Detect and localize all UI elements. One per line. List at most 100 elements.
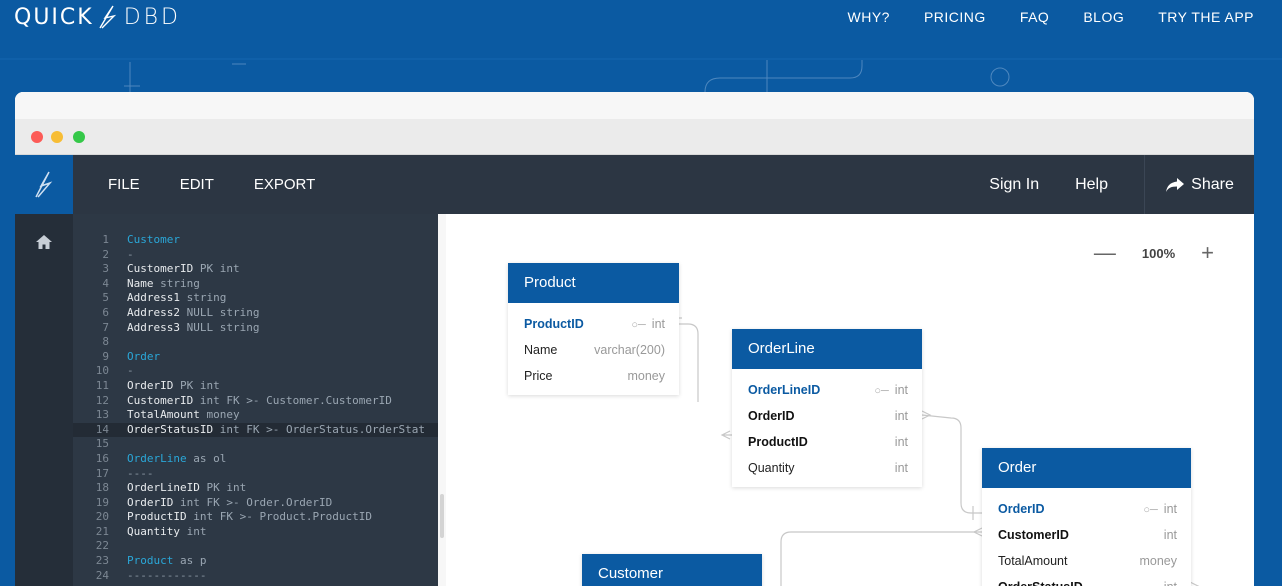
entity-orderline[interactable]: OrderLine OrderLineID ○─ int OrderID int Produ…	[732, 329, 922, 487]
entity-column[interactable]: OrderID int	[732, 403, 922, 429]
nav-why[interactable]: WHY?	[848, 9, 890, 25]
editor-line[interactable]: 23 Product as p	[73, 554, 438, 569]
app-toolbar: FILE EDIT EXPORT Sign In Help Share	[15, 155, 1254, 214]
entity-column[interactable]: ProductID ○─ int	[508, 311, 679, 337]
home-icon[interactable]	[35, 234, 53, 250]
code-token: PK int	[199, 481, 247, 495]
key-icon: ○─	[874, 385, 889, 397]
entity-column[interactable]: TotalAmount money	[982, 548, 1191, 574]
editor-line[interactable]: 15	[73, 437, 438, 452]
editor-line[interactable]: 16 OrderLine as ol	[73, 452, 438, 467]
editor-line[interactable]: 5 Address1 string	[73, 291, 438, 306]
line-number: 9	[102, 349, 109, 363]
zoom-out-button[interactable]: —	[1094, 242, 1116, 264]
column-type-value: varchar(200)	[594, 343, 665, 357]
column-name: OrderID	[998, 502, 1045, 516]
line-number: 22	[95, 539, 109, 553]
zoom-controls: — 100% +	[1094, 242, 1214, 264]
column-name: Price	[524, 369, 553, 383]
entity-column[interactable]: Quantity int	[732, 455, 922, 481]
line-code: OrderID int FK >- Order.OrderID	[127, 496, 332, 511]
code-token: ------------	[127, 568, 207, 582]
line-number: 16	[95, 451, 109, 465]
editor-line[interactable]: 24 ------------	[73, 569, 438, 584]
account-menu: Sign In Help Share	[989, 155, 1254, 214]
sign-in-link[interactable]: Sign In	[989, 176, 1039, 194]
nav-pricing[interactable]: PRICING	[924, 9, 986, 25]
entity-customer[interactable]: Customer	[582, 554, 762, 586]
line-code: Order	[127, 350, 160, 365]
code-editor[interactable]: 1 Customer 2-3 CustomerID PK int 4 Name strin…	[73, 214, 438, 586]
line-code: OrderLineID PK int	[127, 481, 246, 496]
entity-column[interactable]: OrderID ○─ int	[982, 496, 1191, 522]
minimize-window-button[interactable]	[51, 131, 63, 143]
close-window-button[interactable]	[31, 131, 43, 143]
code-token: ProductID	[127, 510, 187, 524]
editor-line[interactable]: 7 Address3 NULL string	[73, 321, 438, 336]
editor-line[interactable]: 20 ProductID int FK >- Product.ProductID	[73, 510, 438, 525]
column-type: int	[1164, 574, 1177, 586]
nav-faq[interactable]: FAQ	[1020, 9, 1050, 25]
line-number: 4	[102, 276, 109, 290]
menu-export[interactable]: EXPORT	[254, 176, 315, 193]
help-link[interactable]: Help	[1075, 176, 1108, 194]
code-token: string	[153, 276, 200, 290]
editor-line[interactable]: 4 Name string	[73, 277, 438, 292]
entity-product[interactable]: Product ProductID ○─ int Name varchar(200) Pri…	[508, 263, 679, 395]
entity-column[interactable]: OrderLineID ○─ int	[732, 377, 922, 403]
splitter-grip[interactable]	[440, 494, 444, 538]
editor-line[interactable]: 1 Customer	[73, 233, 438, 248]
editor-line[interactable]: 14 OrderStatusID int FK >- OrderStatus.Or…	[73, 422, 438, 438]
diagram-canvas[interactable]: — 100% + Product ProductID ○─ int Name varcha…	[446, 214, 1254, 586]
zoom-in-button[interactable]: +	[1201, 242, 1214, 264]
column-type: int	[895, 429, 908, 455]
main-menu: FILE EDIT EXPORT	[108, 155, 315, 214]
editor-line[interactable]: 19 OrderID int FK >- Order.OrderID	[73, 496, 438, 511]
maximize-window-button[interactable]	[73, 131, 85, 143]
line-number: 14	[95, 422, 109, 436]
nav-try-the-app[interactable]: TRY THE APP	[1158, 9, 1254, 25]
editor-line[interactable]: 11 OrderID PK int	[73, 379, 438, 394]
editor-line[interactable]: 3 CustomerID PK int	[73, 262, 438, 277]
editor-line[interactable]: 21 Quantity int	[73, 525, 438, 540]
line-code: TotalAmount money	[127, 408, 240, 423]
editor-line[interactable]: 10 -	[73, 364, 438, 379]
entity-title: OrderLine	[732, 329, 922, 369]
line-code: Name string	[127, 277, 200, 292]
menu-edit[interactable]: EDIT	[180, 176, 214, 193]
column-type: money	[627, 363, 665, 389]
column-name: Quantity	[748, 461, 795, 475]
line-number: 3	[102, 262, 109, 276]
editor-line[interactable]: 22	[73, 539, 438, 554]
entity-order[interactable]: Order OrderID ○─ int CustomerID int TotalAmoun…	[982, 448, 1191, 586]
line-number: 2	[102, 247, 109, 261]
column-type: ○─ int	[874, 377, 908, 404]
editor-line[interactable]: 18 OrderLineID PK int	[73, 481, 438, 496]
code-token: OrderLine	[127, 451, 187, 465]
line-number: 7	[102, 320, 109, 334]
nav-blog[interactable]: BLOG	[1083, 9, 1124, 25]
app-logo[interactable]	[15, 155, 73, 214]
entity-columns: OrderID ○─ int CustomerID int TotalAmount mone…	[982, 488, 1191, 586]
entity-column[interactable]: CustomerID int	[982, 522, 1191, 548]
editor-line[interactable]: 17 ----	[73, 467, 438, 482]
editor-line[interactable]: 2-	[73, 248, 438, 263]
editor-line[interactable]: 6 Address2 NULL string	[73, 306, 438, 321]
entity-column[interactable]: OrderStatusID int	[982, 574, 1191, 586]
editor-line[interactable]: 9 Order	[73, 350, 438, 365]
line-number: 1	[102, 233, 109, 246]
column-type: money	[1139, 548, 1177, 574]
entity-column[interactable]: Price money	[508, 363, 679, 389]
logo[interactable]: QUICK DBD	[14, 4, 181, 30]
editor-line[interactable]: 12 CustomerID int FK >- Customer.Customer…	[73, 394, 438, 409]
editor-line[interactable]: 13 TotalAmount money	[73, 408, 438, 423]
menu-file[interactable]: FILE	[108, 176, 140, 193]
share-button[interactable]: Share	[1144, 155, 1254, 214]
code-token: as ol	[186, 451, 227, 465]
pane-splitter[interactable]	[438, 214, 446, 586]
entity-column[interactable]: ProductID int	[732, 429, 922, 455]
column-type: varchar(200)	[594, 337, 665, 363]
column-type-value: int	[1163, 502, 1177, 516]
editor-line[interactable]: 8	[73, 335, 438, 350]
entity-column[interactable]: Name varchar(200)	[508, 337, 679, 363]
